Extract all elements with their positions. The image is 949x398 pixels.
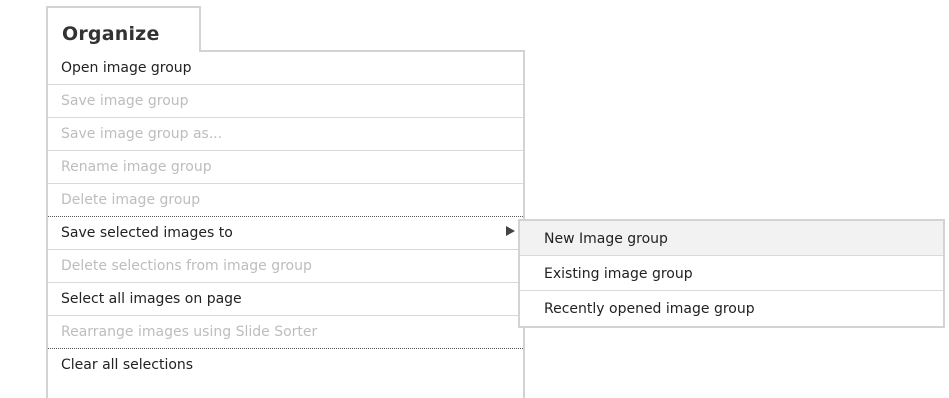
menu-item-delete-selections: Delete selections from image group bbox=[48, 250, 523, 283]
submenu-item-existing-image-group[interactable]: Existing image group bbox=[520, 256, 943, 291]
menu-item-label: Select all images on page bbox=[61, 291, 242, 307]
menu-item-rearrange-images: Rearrange images using Slide Sorter bbox=[48, 316, 523, 349]
submenu-item-label: Existing image group bbox=[544, 266, 693, 282]
menu-item-label: Rearrange images using Slide Sorter bbox=[61, 324, 318, 340]
submenu-item-recently-opened-image-group[interactable]: Recently opened image group bbox=[520, 291, 943, 326]
tab-organize[interactable]: Organize bbox=[46, 6, 201, 50]
menu-item-label: Open image group bbox=[61, 60, 192, 76]
menu-item-label: Save image group as... bbox=[61, 126, 223, 142]
tab-connector bbox=[48, 49, 199, 52]
menu-item-open-image-group[interactable]: Open image group bbox=[48, 52, 523, 85]
menu-item-save-image-group-as: Save image group as... bbox=[48, 118, 523, 151]
submenu-item-label: Recently opened image group bbox=[544, 301, 755, 317]
menu-item-label: Rename image group bbox=[61, 159, 212, 175]
menu-item-select-all-images[interactable]: Select all images on page bbox=[48, 283, 523, 316]
menu-item-save-selected-images-to[interactable]: Save selected images to bbox=[48, 217, 523, 250]
triangle-right-icon bbox=[506, 226, 515, 236]
tab-organize-label: Organize bbox=[62, 23, 160, 45]
menu-item-label: Delete selections from image group bbox=[61, 258, 312, 274]
menu-item-delete-image-group: Delete image group bbox=[48, 184, 523, 217]
menu-item-rename-image-group: Rename image group bbox=[48, 151, 523, 184]
save-selected-submenu: New Image group Existing image group Rec… bbox=[518, 219, 945, 328]
menu-item-label: Save image group bbox=[61, 93, 189, 109]
menu-item-save-image-group: Save image group bbox=[48, 85, 523, 118]
organize-menu: Open image group Save image group Save i… bbox=[46, 50, 525, 398]
menu-item-label: Delete image group bbox=[61, 192, 201, 208]
menu-item-label: Clear all selections bbox=[61, 357, 194, 373]
submenu-item-label: New Image group bbox=[544, 231, 668, 247]
submenu-item-new-image-group[interactable]: New Image group bbox=[520, 221, 943, 256]
menu-item-label: Save selected images to bbox=[61, 225, 233, 241]
menu-item-clear-all-selections[interactable]: Clear all selections bbox=[48, 349, 523, 382]
